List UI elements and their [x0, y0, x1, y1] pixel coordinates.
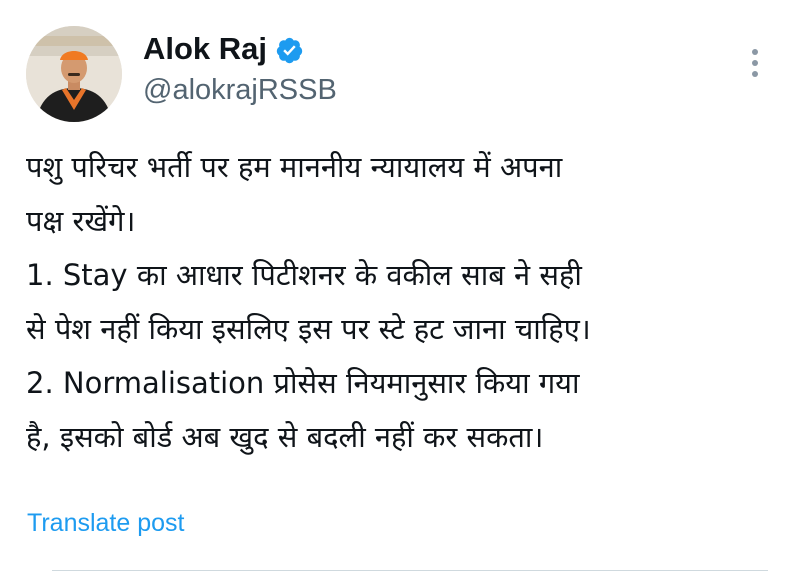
post-text: पशु परिचर भर्ती पर हम माननीय न्यायालय मे… [26, 140, 786, 464]
post-text-line: से पेश नहीं किया इसलिए इस पर स्टे हट जान… [26, 312, 591, 346]
author-name[interactable]: Alok Raj [143, 31, 267, 67]
avatar[interactable] [26, 26, 122, 122]
author-handle[interactable]: @alokrajRSSB [143, 73, 337, 107]
verified-badge-icon [275, 36, 304, 65]
more-vertical-icon[interactable] [744, 46, 766, 80]
post-text-line: 2. Normalisation प्रोसेस नियमानुसार किया… [26, 366, 580, 400]
translate-post-link[interactable]: Translate post [27, 506, 184, 540]
post-text-line: 1. Stay का आधार पिटीशनर के वकील साब ने स… [26, 258, 582, 292]
avatar-photo [26, 26, 122, 122]
post-text-line: है, इसको बोर्ड अब खुद से बदली नहीं कर सक… [26, 420, 544, 454]
post-card: Alok Raj @alokrajRSSB पशु परिचर भर्ती पर… [0, 0, 800, 575]
divider [52, 570, 768, 571]
post-text-line: पशु परिचर भर्ती पर हम माननीय न्यायालय मे… [26, 150, 563, 184]
author-name-row: Alok Raj [143, 31, 304, 67]
post-text-line: पक्ष रखेंगे। [26, 204, 136, 238]
